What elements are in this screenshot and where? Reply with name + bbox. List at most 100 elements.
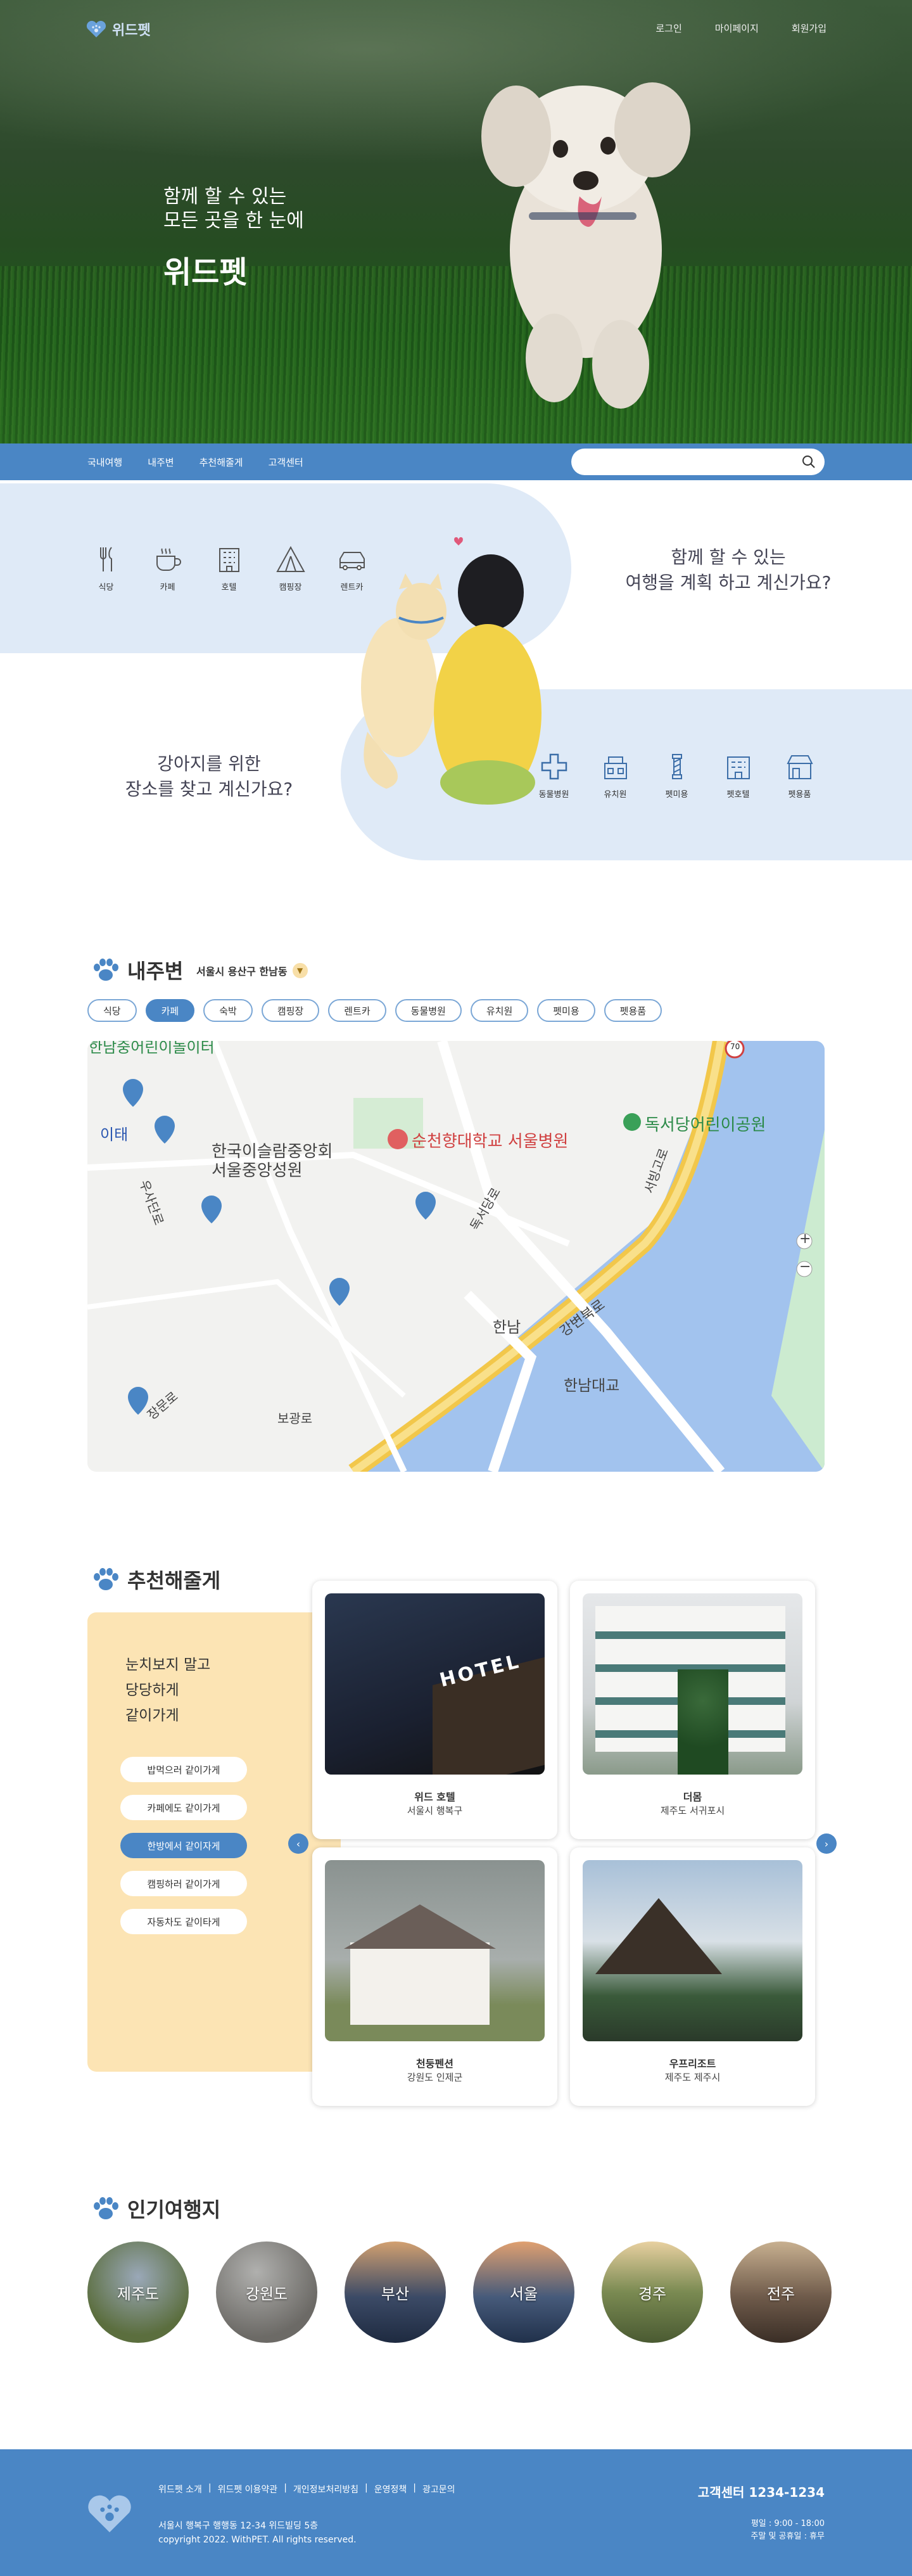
- category-pet-hotel[interactable]: 펫호텔: [721, 751, 756, 800]
- footer-link-privacy[interactable]: 개인정보처리방침: [293, 2483, 358, 2496]
- category-pet-supplies[interactable]: 펫용품: [782, 751, 817, 800]
- carousel-next-button[interactable]: ›: [816, 1833, 837, 1854]
- search-input[interactable]: [584, 449, 787, 475]
- chip-kindergarten[interactable]: 유치원: [470, 999, 529, 1022]
- intro-question-travel: 함께 할 수 있는 여행을 계획 하고 계신가요?: [618, 545, 839, 596]
- footer-link-terms[interactable]: 위드펫 이용약관: [218, 2483, 278, 2496]
- recommend-card[interactable]: 더몸 제주도 서귀포시: [570, 1581, 815, 1839]
- chip-restaurant[interactable]: 식당: [87, 999, 137, 1022]
- category-hotel[interactable]: 호텔: [212, 544, 246, 592]
- card-address: 제주도 제주시: [664, 2072, 721, 2083]
- footer-link-ads[interactable]: 광고문의: [422, 2483, 455, 2496]
- recommend-button-cafe[interactable]: 카페에도 같이가게: [120, 1795, 247, 1820]
- hero-dog-image: [481, 82, 690, 409]
- location-selector[interactable]: 서울시 용산구 한남동 ▼: [196, 963, 308, 978]
- category-label: 펫호텔: [726, 790, 750, 800]
- map-label-bridge[interactable]: 한남대교: [564, 1373, 619, 1395]
- nav-domestic-travel[interactable]: 국내여행: [87, 456, 122, 469]
- hero-line1: 함께 할 수 있는: [163, 186, 287, 208]
- map-label-top[interactable]: 한남중어린이놀이터: [89, 1041, 215, 1057]
- zoom-in-button[interactable]: +: [799, 1231, 811, 1247]
- chevron-down-icon[interactable]: ▼: [292, 963, 308, 978]
- nav-nearby[interactable]: 내주변: [148, 456, 174, 469]
- map-label-station-hannam[interactable]: 한남: [493, 1315, 521, 1337]
- question-line: 장소를 찾고 계신가요?: [125, 779, 293, 800]
- brand-name: 위드펫: [112, 23, 151, 39]
- chip-cafe[interactable]: 카페: [145, 999, 195, 1022]
- recommend-button-meal[interactable]: 밥먹으러 같이가게: [120, 1757, 247, 1782]
- header-logo[interactable]: 위드펫: [86, 19, 151, 39]
- zoom-out-button[interactable]: −: [799, 1259, 811, 1275]
- cutlery-icon: [99, 547, 112, 571]
- footer-link-about[interactable]: 위드펫 소개: [158, 2483, 202, 2496]
- category-cafe[interactable]: 카페: [150, 544, 185, 592]
- category-vet[interactable]: 동물병원: [536, 751, 571, 800]
- mypage-link[interactable]: 마이페이지: [715, 22, 759, 35]
- footer-divider: |: [364, 2483, 368, 2493]
- recommend-card[interactable]: HOTEL 위드 호텔 서울시 행복구: [312, 1581, 557, 1839]
- footer-divider: |: [413, 2483, 416, 2493]
- map-canvas[interactable]: [87, 1041, 825, 1472]
- hotel-icon: [218, 548, 239, 572]
- destination-busan[interactable]: 부산: [345, 2241, 446, 2343]
- customer-center-phone: 고객센터 1234-1234: [697, 2485, 825, 2500]
- login-link[interactable]: 로그인: [656, 22, 681, 35]
- carousel-prev-button[interactable]: ‹: [288, 1833, 308, 1854]
- nav-recommend[interactable]: 추천해줄게: [200, 456, 243, 469]
- slogan-line: 같이가게: [125, 1707, 179, 1724]
- nav-customer-center[interactable]: 고객센터: [269, 456, 303, 469]
- footer-divider: |: [208, 2483, 212, 2493]
- popular-destinations: 제주도 강원도 부산 서울 경주 전주: [87, 2241, 832, 2343]
- category-kindergarten[interactable]: 유치원: [598, 751, 633, 800]
- footer-address: 서울시 행복구 행행동 12-34 위드빌딩 5층: [158, 2521, 319, 2531]
- girl-and-dog-illustration: [361, 537, 542, 805]
- destination-seoul[interactable]: 서울: [473, 2241, 574, 2343]
- paw-icon: [94, 2197, 118, 2219]
- category-label: 호텔: [221, 583, 237, 592]
- destination-jeju[interactable]: 제주도: [87, 2241, 189, 2343]
- footer-divider: |: [284, 2483, 287, 2493]
- chip-rentcar[interactable]: 렌트카: [328, 999, 386, 1022]
- nearby-filter-chips: 식당 카페 숙박 캠핑장 렌트카 동물병원 유치원 펫미용 펫용품: [87, 999, 662, 1022]
- nearby-title: 내주변: [127, 959, 184, 983]
- destination-label: 제주도: [117, 2285, 160, 2303]
- hours-weekend: 주말 및 공휴일 : 휴무: [750, 2532, 825, 2541]
- recommend-heading: 추천해줄게: [92, 1565, 220, 1594]
- destination-label: 경주: [638, 2285, 667, 2303]
- paw-icon: [94, 1568, 118, 1590]
- search-icon[interactable]: [802, 455, 816, 469]
- category-restaurant[interactable]: 식당: [89, 544, 124, 592]
- recommend-card[interactable]: 우프리조트 제주도 제주시: [570, 1847, 815, 2106]
- chip-camping[interactable]: 캠핑장: [261, 999, 320, 1022]
- footer-logo-icon: [88, 2495, 131, 2533]
- footer-link-policy[interactable]: 운영정책: [374, 2483, 407, 2496]
- recommend-button-stay[interactable]: 한방에서 같이자게: [120, 1833, 247, 1858]
- recommend-button-car[interactable]: 자동차도 같이타게: [120, 1909, 247, 1934]
- recommend-filter-buttons: 밥먹으러 같이가게 카페에도 같이가게 한방에서 같이자게 캠핑하러 같이가게 …: [120, 1757, 247, 1934]
- category-label: 유치원: [604, 790, 627, 800]
- popular-heading: 인기여행지: [92, 2194, 220, 2223]
- map-route-badge: 70: [730, 1042, 740, 1051]
- map-label-park[interactable]: 독서당어린이공원: [645, 1112, 766, 1135]
- signup-link[interactable]: 회원가입: [792, 22, 826, 35]
- chip-lodging[interactable]: 숙박: [203, 999, 253, 1022]
- category-camping[interactable]: 캠핑장: [273, 544, 308, 592]
- recommend-button-camping[interactable]: 캠핑하러 같이가게: [120, 1871, 247, 1896]
- destination-gangwon[interactable]: 강원도: [216, 2241, 317, 2343]
- category-label: 펫용품: [788, 790, 811, 800]
- popular-title: 인기여행지: [127, 2198, 221, 2222]
- chip-vet[interactable]: 동물병원: [395, 999, 462, 1022]
- question-line: 함께 할 수 있는: [671, 547, 786, 568]
- destination-jeonju[interactable]: 전주: [730, 2241, 832, 2343]
- chip-pet-supplies[interactable]: 펫용품: [604, 999, 662, 1022]
- slogan-line: 눈치보지 말고: [125, 1657, 211, 1673]
- map-label-station-itaewon[interactable]: 이태: [100, 1122, 128, 1144]
- recommend-card[interactable]: 천둥펜션 강원도 인제군: [312, 1847, 557, 2106]
- destination-gyeongju[interactable]: 경주: [602, 2241, 703, 2343]
- category-grooming[interactable]: 펫미용: [659, 751, 694, 800]
- card-name: 천둥펜션: [416, 2058, 453, 2070]
- map-label-hospital[interactable]: 순천향대학교 서울병원: [412, 1128, 568, 1152]
- nearby-map[interactable]: 순천향대학교 서울병원 한국이슬람중앙회 서울중앙성원 독서당어린이공원 이태 …: [87, 1041, 825, 1472]
- chip-grooming[interactable]: 펫미용: [537, 999, 595, 1022]
- map-label-mosque[interactable]: 한국이슬람중앙회 서울중앙성원: [212, 1142, 332, 1180]
